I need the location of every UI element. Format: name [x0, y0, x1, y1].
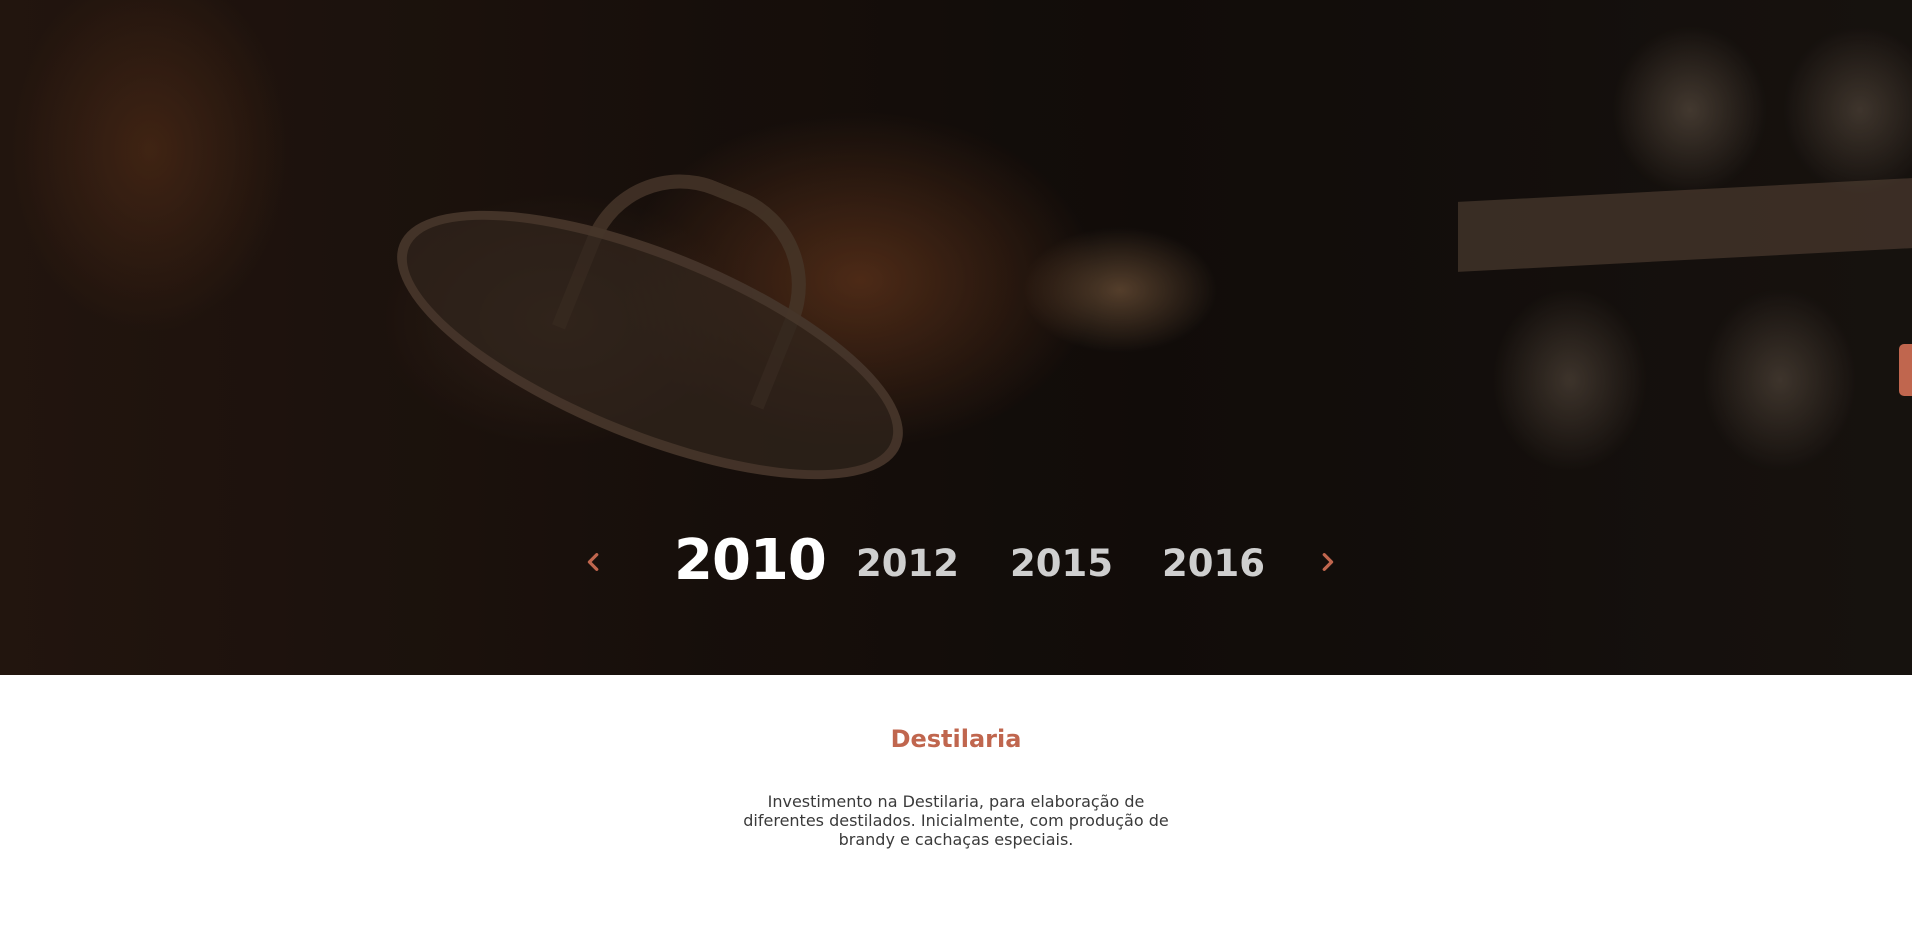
chevron-right-icon: [1322, 553, 1334, 571]
timeline-year-2012[interactable]: 2012: [856, 542, 959, 585]
timeline-year-2015[interactable]: 2015: [1010, 542, 1113, 585]
chevron-left-icon: [587, 553, 599, 571]
timeline-year-2016[interactable]: 2016: [1162, 542, 1265, 585]
timeline-content: Destilaria Investimento na Destilaria, p…: [0, 675, 1912, 935]
side-tab-button[interactable]: [1899, 344, 1912, 396]
content-title: Destilaria: [890, 725, 1022, 753]
timeline-prev-button[interactable]: [580, 548, 608, 576]
hero-banner: 2010 2012 2015 2016: [0, 0, 1912, 675]
timeline-next-button[interactable]: [1313, 548, 1341, 576]
timeline-year-2010[interactable]: 2010: [674, 528, 827, 593]
timeline-nav: 2010 2012 2015 2016: [0, 520, 1912, 610]
content-description: Investimento na Destilaria, para elabora…: [743, 792, 1169, 849]
